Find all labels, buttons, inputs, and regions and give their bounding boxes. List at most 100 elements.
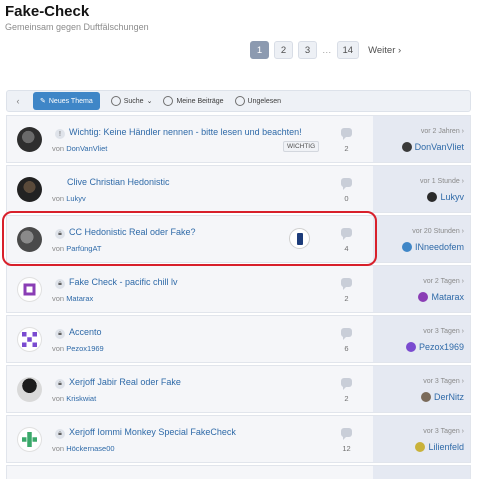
thread-row[interactable]: 🔒︎ Accento von Pezox1969 6 vor 3 Tagen ›… — [6, 315, 471, 363]
comment-icon — [341, 378, 352, 390]
page-2-button[interactable]: 2 — [274, 41, 293, 59]
search-menu[interactable]: Suche ⌄ — [110, 96, 153, 106]
avatar[interactable] — [17, 227, 42, 252]
pagination: 1 2 3 … 14 Weiter › — [250, 41, 401, 59]
thread-row-partial[interactable] — [6, 465, 471, 479]
last-post-panel — [373, 166, 470, 212]
avatar[interactable] — [17, 377, 42, 402]
last-poster-name: INneedofem — [414, 242, 464, 252]
author-link[interactable]: ParfüngAT — [66, 244, 101, 253]
avatar[interactable] — [17, 427, 42, 452]
page-ellipsis: … — [322, 44, 332, 56]
thread-row[interactable]: 🔒︎ Xerjoff Iommi Monkey Special FakeChec… — [6, 415, 471, 463]
lock-icon: 🔒︎ — [55, 279, 65, 289]
my-posts-link[interactable]: Meine Beiträge — [163, 96, 224, 106]
by-label: von — [52, 444, 65, 453]
last-poster[interactable]: DonVanVliet — [401, 142, 464, 152]
identicon-icon — [22, 432, 37, 447]
author-link[interactable]: Lukyv — [66, 194, 86, 203]
thread-title-link[interactable]: Xerjoff Jabir Real oder Fake — [69, 377, 181, 387]
unread-label: Ungelesen — [247, 97, 282, 105]
last-post-time-link[interactable]: vor 3 Tagen › — [423, 378, 464, 385]
last-poster-name: DerNitz — [433, 392, 464, 402]
author-link[interactable]: Pezox1969 — [66, 344, 104, 353]
author-link[interactable]: Kriskwiat — [66, 394, 96, 403]
by-label: von — [52, 244, 65, 253]
thread-row[interactable]: 🔒︎ CC Hedonistic Real oder Fake? von Par… — [6, 215, 471, 263]
thread-row[interactable]: 🔒︎ Fake Check - pacific chill lv von Mat… — [6, 265, 471, 313]
comment-icon — [341, 178, 352, 190]
lock-icon: 🔒︎ — [55, 429, 65, 439]
thread-meta: von Matarax — [52, 294, 93, 303]
avatar[interactable] — [17, 127, 42, 152]
page-1-button[interactable]: 1 — [250, 41, 269, 59]
author-link[interactable]: Höckernase00 — [66, 444, 114, 453]
thread-title-link[interactable]: Xerjoff Iommi Monkey Special FakeCheck — [69, 427, 236, 437]
last-poster[interactable]: Lilienfeld — [415, 442, 464, 452]
last-post-time-link[interactable]: vor 20 Stunden › — [412, 228, 464, 235]
thread-meta: von Kriskwiat — [52, 394, 96, 403]
lock-icon: 🔒︎ — [55, 379, 65, 389]
thread-meta: von Pezox1969 — [52, 344, 104, 353]
thread-meta: von Höckernase00 — [52, 444, 115, 453]
perfume-bottle-icon — [296, 232, 303, 245]
reply-count: 0 — [344, 194, 349, 203]
last-poster[interactable]: Matarax — [418, 292, 464, 302]
new-thread-button[interactable]: ✎ Neues Thema — [33, 92, 100, 110]
comment-icon — [341, 328, 352, 340]
last-post-time-link[interactable]: vor 3 Tagen › — [423, 428, 464, 435]
avatar[interactable] — [17, 327, 42, 352]
my-posts-label: Meine Beiträge — [176, 97, 224, 105]
thread-title-link[interactable]: CC Hedonistic Real oder Fake? — [69, 227, 196, 237]
thread-title-link[interactable]: Wichtig: Keine Händler nennen - bitte le… — [69, 127, 302, 137]
page-3-button[interactable]: 3 — [298, 41, 317, 59]
last-poster-name: DonVanVliet — [414, 142, 464, 152]
last-post-panel — [373, 366, 470, 412]
by-label: von — [52, 144, 65, 153]
thread-title-link[interactable]: Clive Christian Hedonistic — [67, 177, 170, 187]
author-link[interactable]: DonVanVliet — [66, 144, 107, 153]
last-post-panel — [373, 266, 470, 312]
author-link[interactable]: Matarax — [66, 294, 93, 303]
reply-count: 6 — [344, 344, 349, 353]
last-post-time-link[interactable]: vor 2 Tagen › — [423, 278, 464, 285]
avatar[interactable] — [17, 277, 42, 302]
reply-count: 12 — [342, 444, 351, 453]
page-title: Fake-Check — [5, 3, 90, 20]
avatar[interactable] — [17, 177, 42, 202]
last-poster[interactable]: Pezox1969 — [405, 342, 464, 352]
by-label: von — [52, 344, 65, 353]
lock-icon: 🔒︎ — [55, 229, 65, 239]
mini-avatar — [401, 242, 412, 252]
mini-avatar — [420, 392, 431, 402]
last-poster[interactable]: INneedofem — [401, 242, 464, 252]
last-poster-name: Lukyv — [440, 192, 464, 202]
last-post-time-link[interactable]: vor 1 Stunde › — [420, 178, 464, 185]
unread-link[interactable]: Ungelesen — [234, 96, 282, 106]
last-post-time-link[interactable]: vor 2 Jahren › — [421, 128, 464, 135]
last-poster[interactable]: DerNitz — [420, 392, 464, 402]
mini-avatar — [427, 192, 438, 202]
reply-count: 4 — [344, 244, 349, 253]
thread-thumbnail[interactable] — [289, 228, 310, 249]
mini-avatar — [405, 342, 416, 352]
last-poster-name: Matarax — [431, 292, 464, 302]
thread-title-link[interactable]: Fake Check - pacific chill lv — [69, 277, 178, 287]
exclamation-icon: ! — [55, 129, 65, 139]
search-icon — [110, 96, 121, 106]
back-button[interactable]: ‹ — [7, 96, 29, 106]
identicon-icon — [23, 283, 36, 296]
comment-icon — [341, 228, 352, 240]
next-page-link[interactable]: Weiter › — [368, 45, 401, 56]
thread-row[interactable]: 🔒︎ Xerjoff Jabir Real oder Fake von Kris… — [6, 365, 471, 413]
thread-row[interactable]: Clive Christian Hedonistic von Lukyv 0 v… — [6, 165, 471, 213]
last-post-panel — [373, 116, 470, 162]
chevron-down-icon: ⌄ — [146, 98, 153, 105]
thread-title-link[interactable]: Accento — [69, 327, 102, 337]
thread-row[interactable]: ! Wichtig: Keine Händler nennen - bitte … — [6, 115, 471, 163]
user-icon — [163, 96, 174, 106]
sticky-tag-badge: WICHTIG — [283, 141, 320, 152]
page-last-button[interactable]: 14 — [336, 41, 360, 59]
last-post-time-link[interactable]: vor 3 Tagen › — [423, 328, 464, 335]
last-poster[interactable]: Lukyv — [427, 192, 464, 202]
